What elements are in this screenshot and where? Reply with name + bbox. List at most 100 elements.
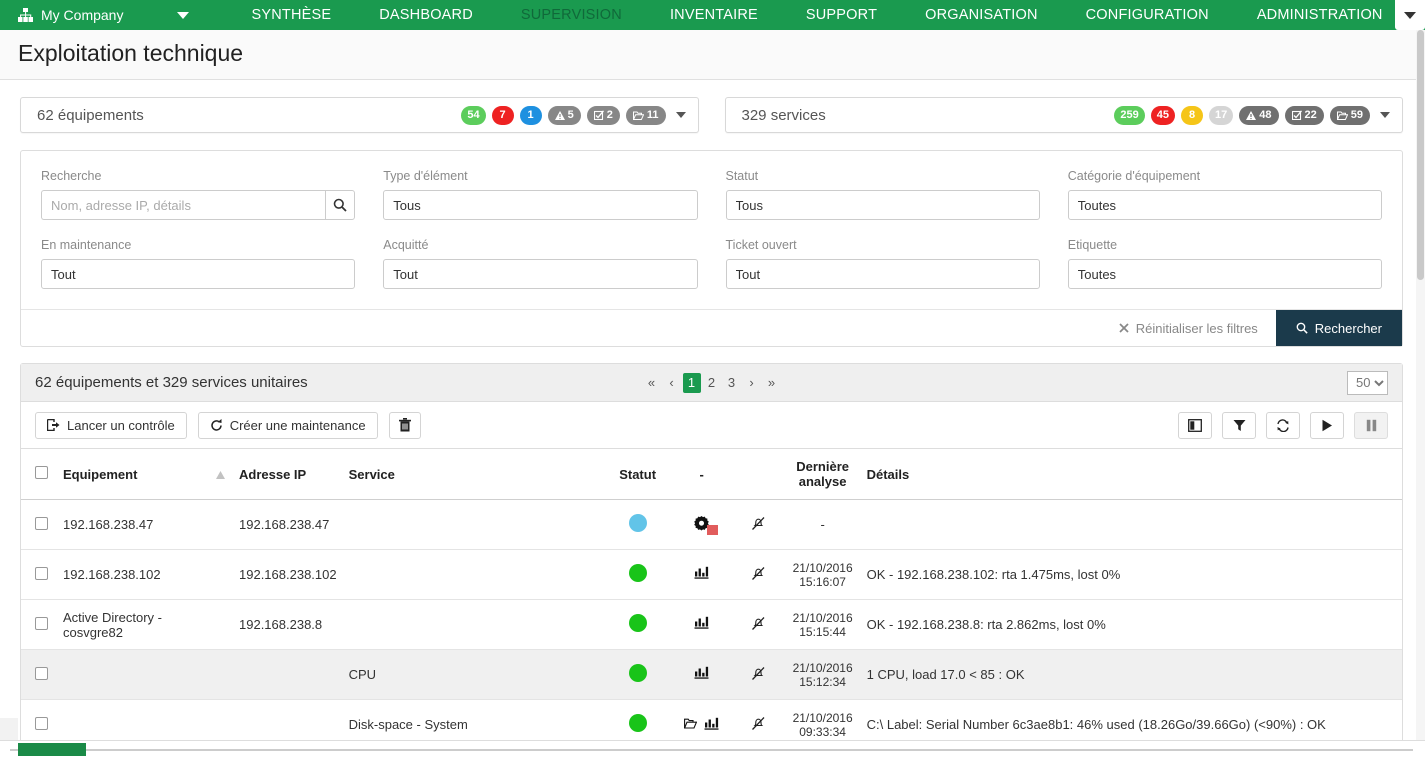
services-summary-card[interactable]: 329 services 259 45 8 17 48 22 59 xyxy=(724,97,1403,133)
table-row[interactable]: 192.168.238.102 192.168.238.102 21/10/20… xyxy=(21,549,1402,600)
service-badge-maintenance[interactable]: 59 xyxy=(1329,105,1370,125)
filter-button[interactable] xyxy=(1222,411,1256,439)
row-checkbox[interactable] xyxy=(35,716,48,730)
check-square-icon xyxy=(593,110,604,120)
search-input[interactable] xyxy=(41,190,325,220)
status-badge-maintenance[interactable]: 11 xyxy=(625,105,666,125)
acknowledged-select[interactable] xyxy=(383,259,698,289)
status-badge-pending[interactable]: 1 xyxy=(519,105,542,125)
maintenance-select[interactable] xyxy=(41,259,356,289)
pagination-prev[interactable]: ‹ xyxy=(663,373,681,393)
table-row[interactable]: Active Directory - cosvgre82 192.168.238… xyxy=(21,599,1402,650)
column-header-equipment[interactable]: Equipement xyxy=(57,448,207,500)
launch-check-button[interactable]: Lancer un contrôle xyxy=(35,411,187,439)
create-maintenance-button[interactable]: Créer une maintenance xyxy=(197,411,378,439)
row-checkbox[interactable] xyxy=(35,616,48,630)
status-badge-warning[interactable]: 5 xyxy=(547,105,581,125)
pause-button[interactable] xyxy=(1354,411,1388,439)
bell-slash-icon xyxy=(752,716,765,730)
select-all-checkbox[interactable] xyxy=(35,466,48,479)
horizontal-scrollbar-thumb[interactable] xyxy=(18,743,86,756)
service-badge-unknown[interactable]: 17 xyxy=(1209,105,1234,125)
service-badge-critical[interactable]: 45 xyxy=(1150,105,1175,125)
play-button[interactable] xyxy=(1310,411,1344,439)
status-select[interactable] xyxy=(725,190,1040,220)
brand-menu[interactable]: My Company xyxy=(0,0,199,30)
chevron-down-icon[interactable] xyxy=(177,11,190,19)
search-submit-button[interactable] xyxy=(324,190,356,220)
column-header-notification xyxy=(732,448,785,500)
maintenance-label: En maintenance xyxy=(41,238,132,252)
element-type-select[interactable] xyxy=(383,190,698,220)
column-header-last-analysis[interactable]: Dernière analyse xyxy=(784,448,861,500)
column-header-details[interactable]: Détails xyxy=(860,448,1402,500)
service-badge-ok[interactable]: 259 xyxy=(1114,105,1145,125)
reset-filters-button[interactable]: Réinitialiser les filtres xyxy=(1100,310,1276,346)
nav-item-administration[interactable]: ADMINISTRATION xyxy=(1233,0,1407,30)
row-last-analysis-text: 21/10/2016 15:12:34 xyxy=(792,660,853,689)
row-notification xyxy=(732,599,785,650)
filter-field-maintenance: En maintenance xyxy=(41,238,356,289)
row-action-icons xyxy=(670,499,733,550)
page-header: Exploitation technique xyxy=(0,30,1425,80)
row-checkbox[interactable] xyxy=(35,516,48,530)
table-row[interactable]: CPU 21/10/2016 15:12:34 1 CPU, load 17.0 … xyxy=(21,649,1402,700)
pagination-last[interactable]: » xyxy=(763,373,781,393)
user-menu-button[interactable] xyxy=(1395,0,1425,30)
columns-button[interactable] xyxy=(1178,411,1212,439)
row-select-cell xyxy=(21,649,57,700)
gear-icon[interactable] xyxy=(694,515,719,535)
row-details: 1 CPU, load 17.0 < 85 : OK xyxy=(860,649,1402,700)
open-ticket-select[interactable] xyxy=(725,259,1040,289)
sort-asc-icon[interactable] xyxy=(207,448,233,500)
row-last-analysis: - xyxy=(784,499,861,550)
nav-item-configuration[interactable]: CONFIGURATION xyxy=(1062,0,1233,30)
pagination-page-2[interactable]: 2 xyxy=(703,373,721,393)
nav-item-support[interactable]: SUPPORT xyxy=(782,0,901,30)
refresh-icon xyxy=(210,418,222,431)
filter-field-acknowledged: Acquitté xyxy=(383,238,698,289)
pagination-first[interactable]: « xyxy=(643,373,661,393)
nav-item-inventaire[interactable]: INVENTAIRE xyxy=(646,0,782,30)
top-navbar: My Company SYNTHÈSE DASHBOARD SUPERVISIO… xyxy=(0,0,1425,30)
row-last-analysis: 21/10/2016 15:16:07 xyxy=(784,549,861,600)
pagination-page-3[interactable]: 3 xyxy=(723,373,741,393)
nav-item-dashboard[interactable]: DASHBOARD xyxy=(355,0,497,30)
column-header-ip[interactable]: Adresse IP xyxy=(233,448,343,500)
page-size-select[interactable]: 50 xyxy=(1347,370,1388,395)
open-ticket-label: Ticket ouvert xyxy=(725,238,797,252)
pagination-page-1[interactable]: 1 xyxy=(682,372,701,393)
equipment-category-select[interactable] xyxy=(1067,190,1382,220)
filter-field-status: Statut xyxy=(725,169,1040,220)
nav-item-organisation[interactable]: ORGANISATION xyxy=(901,0,1062,30)
row-last-analysis: 21/10/2016 15:15:44 xyxy=(784,599,861,650)
equipments-summary-card[interactable]: 62 équipements 54 7 1 5 2 11 xyxy=(20,97,699,133)
delete-button[interactable] xyxy=(388,411,421,439)
vertical-scrollbar[interactable] xyxy=(1416,30,1425,740)
nav-item-supervision[interactable]: SUPERVISION xyxy=(497,0,646,30)
services-expand-caret-icon[interactable] xyxy=(1380,112,1390,118)
row-checkbox[interactable] xyxy=(35,566,48,580)
service-badge-alert[interactable]: 48 xyxy=(1239,105,1279,125)
nav-item-synthese[interactable]: SYNTHÈSE xyxy=(227,0,355,30)
pagination-next[interactable]: › xyxy=(743,373,761,393)
table-row[interactable]: 192.168.238.47 192.168.238.47 - xyxy=(21,499,1402,550)
status-badge-critical[interactable]: 7 xyxy=(491,105,514,125)
vertical-scrollbar-thumb[interactable] xyxy=(1417,30,1424,280)
status-badge-warning-value: 5 xyxy=(567,109,574,121)
horizontal-scrollbar[interactable] xyxy=(0,740,1425,759)
status-badge-acknowledged[interactable]: 2 xyxy=(586,105,620,125)
results-toolbar: Lancer un contrôle Créer une maintenance xyxy=(21,402,1402,448)
tag-select[interactable] xyxy=(1067,259,1382,289)
column-header-status[interactable]: Statut xyxy=(604,448,671,500)
row-ip xyxy=(233,649,343,700)
row-checkbox[interactable] xyxy=(35,666,48,680)
refresh-button[interactable] xyxy=(1266,411,1300,439)
apply-search-button[interactable]: Rechercher xyxy=(1275,310,1402,346)
column-header-service[interactable]: Service xyxy=(342,448,605,500)
row-service xyxy=(342,549,605,600)
service-badge-acknowledged[interactable]: 22 xyxy=(1284,105,1324,125)
status-badge-ok[interactable]: 54 xyxy=(461,105,486,125)
equipments-expand-caret-icon[interactable] xyxy=(675,112,686,118)
service-badge-warning[interactable]: 8 xyxy=(1181,105,1203,125)
